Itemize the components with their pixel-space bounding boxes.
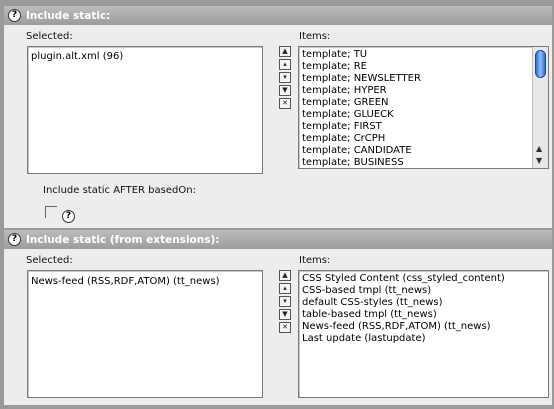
available-list[interactable]: template; TU template; RE template; NEWS… <box>298 46 549 169</box>
items-label: Items: <box>299 31 331 42</box>
items-label: Items: <box>299 255 331 266</box>
selected-label: Selected: <box>26 255 73 266</box>
scrollbar-thumb[interactable] <box>535 50 546 78</box>
move-down-icon[interactable]: ▾ <box>279 296 291 307</box>
list-item[interactable]: News-feed (RSS,RDF,ATOM) (tt_news) <box>28 276 262 288</box>
move-top-icon[interactable]: ▲ <box>279 270 291 281</box>
after-based-on-checkbox[interactable] <box>45 206 57 218</box>
list-item[interactable]: table-based tmpl (tt_news) <box>299 309 548 321</box>
section-header-include-static: ? Include static: <box>4 6 552 25</box>
scrollbar[interactable]: ▲ ▼ <box>532 47 548 168</box>
section-title: Include static: <box>26 9 111 22</box>
selected-list[interactable]: plugin.alt.xml (96) <box>27 46 263 174</box>
after-based-on-label: Include static AFTER basedOn: <box>43 185 196 196</box>
section-title: Include static (from extensions): <box>26 233 220 246</box>
list-item[interactable]: template; GREEN <box>299 97 548 109</box>
list-item[interactable]: CSS-based tmpl (tt_news) <box>299 285 548 297</box>
list-item[interactable]: News-feed (RSS,RDF,ATOM) (tt_news) <box>299 321 548 333</box>
list-item[interactable]: CSS Styled Content (css_styled_content) <box>299 273 548 285</box>
move-top-icon[interactable]: ▲ <box>279 46 291 57</box>
move-down-icon[interactable]: ▾ <box>279 72 291 83</box>
move-bottom-icon[interactable]: ▼ <box>279 85 291 96</box>
move-up-icon[interactable]: ▴ <box>279 59 291 70</box>
list-item[interactable]: template; BUSINESS <box>299 157 548 168</box>
move-up-icon[interactable]: ▴ <box>279 283 291 294</box>
scroll-down-icon[interactable]: ▼ <box>536 156 542 165</box>
list-item[interactable]: template; TU <box>299 49 548 61</box>
move-bottom-icon[interactable]: ▼ <box>279 309 291 320</box>
reorder-controls: ▲ ▴ ▾ ▼ ✕ <box>279 270 291 333</box>
remove-icon[interactable]: ✕ <box>279 98 291 109</box>
selected-label: Selected: <box>26 31 73 42</box>
list-item[interactable]: Last update (lastupdate) <box>299 333 548 345</box>
list-item[interactable]: template; NEWSLETTER <box>299 73 548 85</box>
available-list[interactable]: CSS Styled Content (css_styled_content) … <box>298 270 549 398</box>
reorder-controls: ▲ ▴ ▾ ▼ ✕ <box>279 46 291 109</box>
list-item[interactable]: plugin.alt.xml (96) <box>28 51 262 63</box>
scroll-up-icon[interactable]: ▲ <box>536 144 542 153</box>
list-item[interactable]: default CSS-styles (tt_news) <box>299 297 548 309</box>
section-header-include-static-extensions: ? Include static (from extensions): <box>4 230 552 249</box>
help-icon[interactable]: ? <box>8 9 21 22</box>
list-item[interactable]: template; RE <box>299 61 548 73</box>
selected-list[interactable]: News-feed (RSS,RDF,ATOM) (tt_news) <box>27 270 263 398</box>
remove-icon[interactable]: ✕ <box>279 322 291 333</box>
list-item[interactable]: template; CANDIDATE <box>299 145 548 157</box>
list-item[interactable]: template; CrCPH <box>299 133 548 145</box>
help-icon[interactable]: ? <box>8 233 21 246</box>
list-item[interactable]: template; FIRST <box>299 121 548 133</box>
help-icon[interactable]: ? <box>62 210 75 223</box>
list-item[interactable]: template; GLUECK <box>299 109 548 121</box>
list-item[interactable]: template; HYPER <box>299 85 548 97</box>
